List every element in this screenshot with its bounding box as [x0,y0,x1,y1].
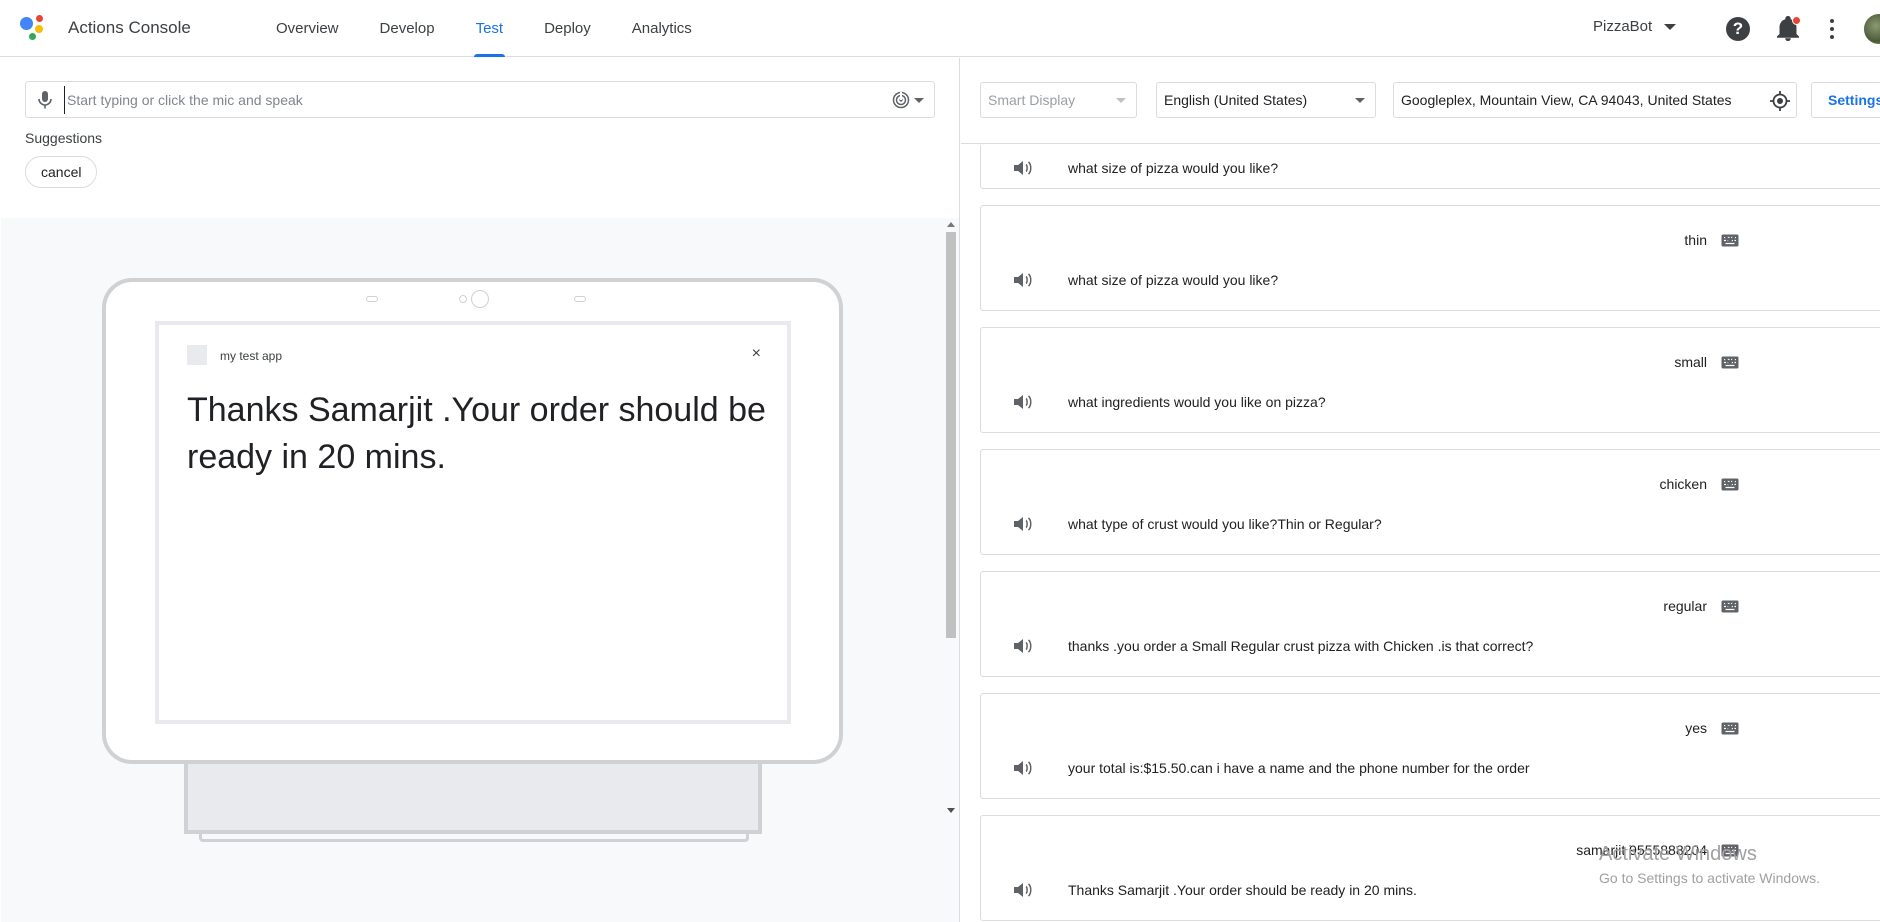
speaker-icon[interactable] [1014,394,1032,410]
surface-select[interactable]: Smart Display [980,82,1137,118]
agent-row: what size of pizza would you like? [1014,270,1278,290]
notifications-icon[interactable] [1777,16,1801,42]
expand-chevron-icon[interactable] [1724,357,1736,365]
user-message: yes [1685,720,1707,736]
tab-test[interactable]: Test [473,0,505,57]
tab-analytics[interactable]: Analytics [632,0,692,57]
more-vert-icon[interactable] [1829,19,1835,39]
user-message: small [1674,354,1707,370]
sensor-icon [574,296,586,302]
watermark-title: Activate Windows [1599,843,1757,865]
mic-icon[interactable] [38,91,54,109]
speaker-icon[interactable] [1014,516,1032,532]
voice-mode-icon [892,91,910,109]
agent-row: what size of pizza would you like? [1014,158,1278,178]
sensor-icon [366,296,378,302]
camera-lens-icon [471,290,489,308]
agent-row: what type of crust would you like?Thin o… [1014,514,1382,534]
caret-down-icon [1664,24,1677,31]
caret-down-icon [914,97,924,103]
expand-chevron-icon[interactable] [1724,479,1736,487]
app-name: my test app [220,349,283,363]
input-mode-selector[interactable] [892,91,924,109]
location-value: Googleplex, Mountain View, CA 94043, Uni… [1401,92,1732,108]
expand-chevron-icon[interactable] [1724,235,1736,243]
device-stand [184,764,762,834]
speaker-icon[interactable] [1014,160,1032,176]
assistant-response: Thanks Samarjit .Your order should be re… [187,391,766,476]
caret-down-icon [1116,98,1126,103]
simulator-controls: Smart Display English (United States) Go… [961,58,1880,144]
simulator-panel: Suggestions cancel my test app × Thanks … [0,58,960,922]
project-selector[interactable]: PizzaBot [1593,18,1677,35]
speaker-icon[interactable] [1014,760,1032,776]
conversation-turn: what size of pizza would you like? [980,145,1880,189]
settings-button[interactable]: Settings [1811,82,1880,118]
speaker-icon[interactable] [1014,638,1032,654]
main-nav: Overview Develop Test Deploy Analytics [276,0,733,57]
watermark-subtitle: Go to Settings to activate Windows. [1599,870,1820,886]
windows-activation-watermark: Activate Windows Go to Settings to activ… [1599,843,1820,886]
help-icon[interactable]: ? [1726,17,1750,41]
display-screen: my test app × Thanks Samarjit .Your orde… [155,321,791,724]
app-title[interactable]: Actions Console [68,18,191,38]
agent-message: what size of pizza would you like? [1068,272,1279,288]
close-icon[interactable]: × [752,345,761,363]
agent-row: your total is:$15.50.can i have a name a… [1014,758,1530,778]
scroll-thumb[interactable] [946,232,956,638]
google-logo-icon[interactable] [20,15,48,41]
language-select[interactable]: English (United States) [1156,82,1376,118]
conversation-turn: yes your total is:$15.50.can i have a na… [980,693,1880,799]
conversation-transcript[interactable]: what size of pizza would you like? thin … [961,145,1880,922]
app-icon [187,345,207,365]
agent-message: what ingredients would you like on pizza… [1068,394,1326,410]
tab-overview[interactable]: Overview [276,0,339,57]
agent-message: thanks .you order a Small Regular crust … [1068,638,1534,654]
agent-row: Thanks Samarjit .Your order should be re… [1014,880,1417,900]
expand-chevron-icon[interactable] [1724,601,1736,609]
device-stand-base [199,834,749,842]
simulator-scrollbar[interactable] [945,218,957,818]
avatar[interactable] [1862,12,1880,46]
tab-develop[interactable]: Develop [380,0,435,57]
top-app-bar: Actions Console Overview Develop Test De… [0,0,1880,57]
conversation-turn: small what ingredients would you like on… [980,327,1880,433]
project-name: PizzaBot [1593,18,1653,35]
user-message: regular [1663,598,1707,614]
agent-row: thanks .you order a Small Regular crust … [1014,636,1533,656]
speaker-icon[interactable] [1014,272,1032,288]
conversation-turn: chicken what type of crust would you lik… [980,449,1880,555]
camera-icon [459,295,467,303]
surface-value: Smart Display [988,92,1076,108]
suggestion-chip-cancel[interactable]: cancel [25,156,98,188]
device-simulator: my test app × Thanks Samarjit .Your orde… [1,218,959,922]
expand-chevron-icon[interactable] [1724,723,1736,731]
my-location-icon[interactable] [1770,91,1790,111]
caret-down-icon [1355,98,1365,103]
location-field[interactable]: Googleplex, Mountain View, CA 94043, Uni… [1393,82,1797,118]
conversation-turn: regular thanks .you order a Small Regula… [980,571,1880,677]
agent-row: what ingredients would you like on pizza… [1014,392,1326,412]
agent-message: Thanks Samarjit .Your order should be re… [1068,882,1417,898]
scroll-down-arrow-icon[interactable] [947,808,955,813]
scroll-up-arrow-icon[interactable] [947,222,955,227]
agent-message: what size of pizza would you like? [1068,160,1279,176]
user-message: chicken [1659,476,1707,492]
suggestions-label: Suggestions [25,130,103,146]
user-message: thin [1684,232,1707,248]
tab-deploy[interactable]: Deploy [544,0,591,57]
transcript-panel: Smart Display English (United States) Go… [961,58,1880,922]
query-input[interactable] [64,86,904,114]
notification-badge [1792,16,1801,25]
language-value: English (United States) [1164,92,1308,108]
conversation-turn: thin what size of pizza would you like? [980,205,1880,311]
query-input-box [25,81,935,118]
speaker-icon[interactable] [1014,882,1032,898]
smart-display-frame: my test app × Thanks Samarjit .Your orde… [102,278,843,764]
agent-message: what type of crust would you like?Thin o… [1068,516,1382,532]
agent-message: your total is:$15.50.can i have a name a… [1068,760,1530,776]
